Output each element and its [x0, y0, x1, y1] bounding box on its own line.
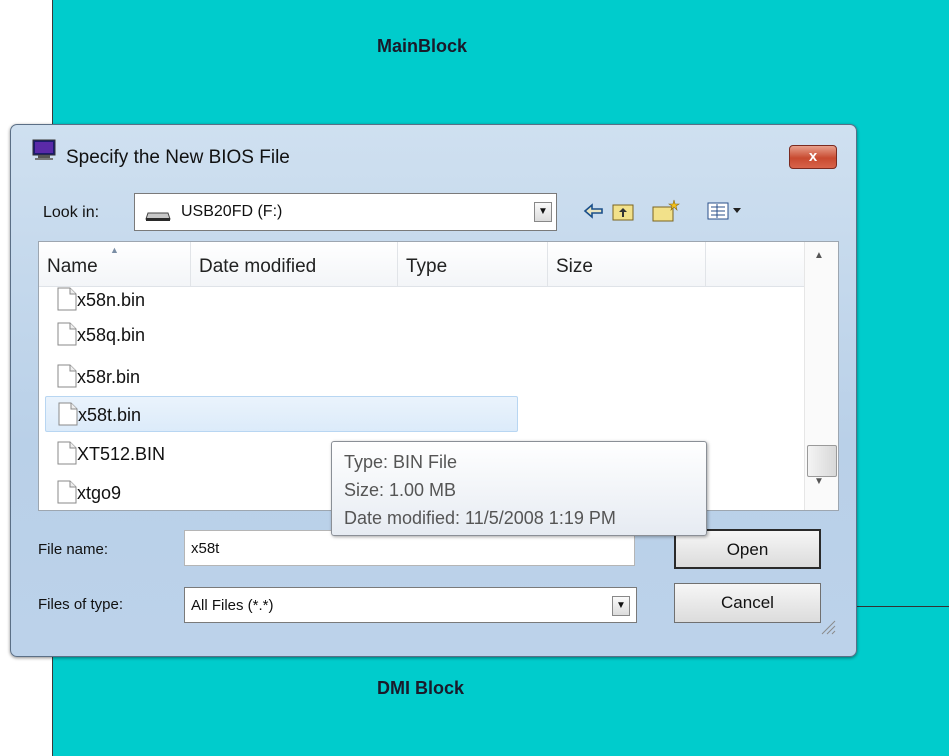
- file-name: XT512.BIN: [77, 444, 166, 464]
- up-folder-icon[interactable]: [612, 199, 634, 223]
- scroll-thumb[interactable]: [807, 445, 837, 477]
- file-type-label: Files of type:: [38, 596, 124, 613]
- file-icon: [57, 480, 77, 504]
- list-item-selected[interactable]: x58t.bin: [45, 396, 518, 432]
- back-arrow-icon[interactable]: [582, 199, 606, 223]
- column-type[interactable]: Type: [398, 242, 548, 286]
- column-date-label: Date modified: [199, 256, 317, 277]
- divider-line: [855, 606, 949, 607]
- column-name-label: Name: [47, 256, 98, 277]
- column-name[interactable]: Name: [39, 242, 191, 286]
- file-type-select[interactable]: All Files (*.*) ▼: [184, 587, 637, 623]
- file-name: x58q.bin: [77, 325, 146, 345]
- resize-grip-icon[interactable]: [818, 617, 836, 635]
- list-item[interactable]: x58r.bin: [45, 359, 516, 393]
- look-in-label: Look in:: [43, 204, 100, 221]
- file-name-label: File name:: [38, 541, 109, 558]
- file-name: x58n.bin: [77, 290, 146, 310]
- tooltip-size: Size: 1.00 MB: [344, 480, 457, 500]
- tooltip-type: Type: BIN File: [344, 452, 458, 472]
- list-item[interactable]: x58q.bin: [45, 317, 516, 351]
- look-in-select[interactable]: USB20FD (F:) ▼: [134, 193, 557, 231]
- column-date-modified[interactable]: Date modified: [191, 242, 398, 286]
- drive-icon: [145, 212, 171, 221]
- column-empty: [706, 242, 805, 286]
- look-in-value: USB20FD (F:): [181, 203, 283, 220]
- dmi-block-label: DMI Block: [377, 678, 465, 698]
- chevron-down-icon[interactable]: ▼: [612, 596, 630, 616]
- tooltip-date: Date modified: 11/5/2008 1:19 PM: [344, 508, 616, 528]
- file-name-value: x58t: [191, 540, 220, 557]
- file-icon: [57, 322, 77, 346]
- column-size-label: Size: [556, 256, 593, 277]
- new-folder-icon[interactable]: [652, 199, 680, 223]
- file-name: xtgo9: [77, 483, 122, 503]
- file-type-value: All Files (*.*): [191, 597, 274, 614]
- file-icon: [57, 441, 77, 465]
- main-block-label: MainBlock: [377, 36, 468, 56]
- file-icon: [57, 287, 77, 311]
- bios-app-icon: [32, 139, 56, 160]
- close-button[interactable]: x: [789, 145, 837, 169]
- list-item[interactable]: x58n.bin: [45, 282, 516, 316]
- column-type-label: Type: [406, 256, 448, 277]
- file-info-tooltip: Type: BIN File Size: 1.00 MB Date modifi…: [331, 441, 707, 536]
- file-icon: [57, 364, 77, 388]
- file-name: x58t.bin: [78, 405, 142, 425]
- file-icon: [58, 402, 78, 426]
- view-menu-icon[interactable]: [707, 199, 755, 223]
- vertical-scrollbar[interactable]: ▲ ▼: [804, 242, 838, 510]
- dialog-title: Specify the New BIOS File: [66, 147, 290, 168]
- cancel-button[interactable]: Cancel: [674, 583, 821, 623]
- column-header: ▲ Name Date modified Type Size: [39, 242, 805, 287]
- column-size[interactable]: Size: [548, 242, 706, 286]
- file-name: x58r.bin: [77, 367, 141, 387]
- chevron-down-icon[interactable]: ▼: [534, 202, 552, 222]
- scroll-up-icon[interactable]: ▲: [814, 250, 824, 261]
- scroll-down-icon[interactable]: ▼: [814, 476, 824, 487]
